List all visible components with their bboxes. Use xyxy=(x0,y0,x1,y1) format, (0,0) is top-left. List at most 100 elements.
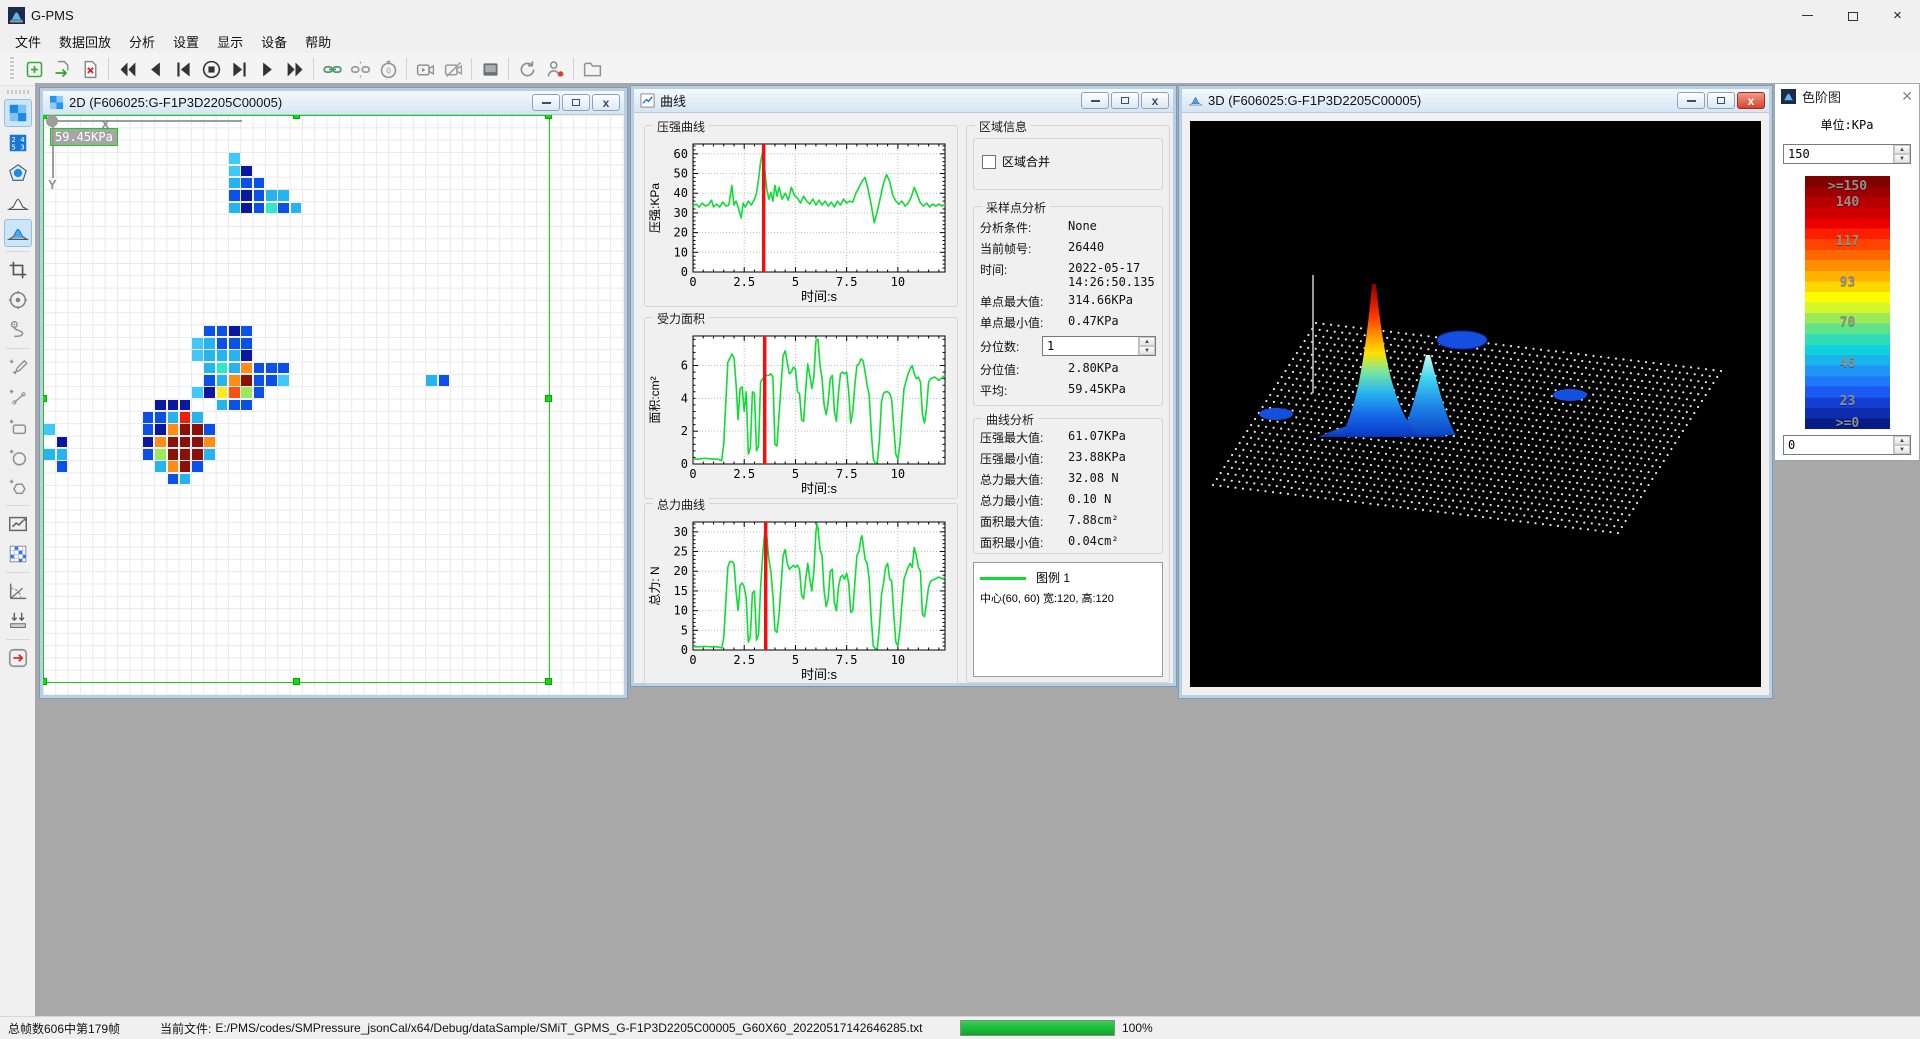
curves-minimize-button[interactable] xyxy=(1081,92,1109,109)
color-scale-min-spinner[interactable]: 0 ▲▼ xyxy=(1783,435,1911,455)
progress-percent: 100% xyxy=(1122,1021,1153,1035)
menu-item-4[interactable]: 显示 xyxy=(208,29,252,54)
selection-handle[interactable] xyxy=(545,115,552,119)
selection-handle[interactable] xyxy=(545,395,552,402)
go-start-button[interactable] xyxy=(169,55,197,83)
quantile-spinner[interactable]: 1 ▲▼ xyxy=(1042,336,1156,356)
toolbar-grip[interactable] xyxy=(10,57,14,81)
heatmap-cell xyxy=(44,424,55,435)
angle-tool-button[interactable] xyxy=(4,577,32,605)
heatmap-cell xyxy=(426,375,437,386)
window-minimize-button[interactable] xyxy=(1785,0,1830,30)
play-button[interactable] xyxy=(253,55,281,83)
target-tool-button[interactable] xyxy=(4,286,32,314)
window-maximize-button[interactable] xyxy=(1830,0,1875,30)
window-2d-title: 2D (F606025:G-F1P3D2205C00005) xyxy=(69,95,282,110)
draw-line-tool-button[interactable] xyxy=(4,383,32,411)
menu-item-0[interactable]: 文件 xyxy=(6,29,50,54)
selection-handle[interactable] xyxy=(293,115,300,119)
min-down-button[interactable]: ▼ xyxy=(1894,445,1910,454)
window-curves: 曲线 x 压强曲线 010203040506002.557.510时间:s压强:… xyxy=(631,86,1176,686)
timer-button[interactable]: 0 xyxy=(374,55,402,83)
exit-tool-button[interactable] xyxy=(4,644,32,672)
menu-item-6[interactable]: 帮助 xyxy=(296,29,340,54)
draw-rect-tool-button[interactable] xyxy=(4,413,32,441)
view-region-tool-button[interactable] xyxy=(4,159,32,187)
selection-handle[interactable] xyxy=(43,678,47,685)
gradient-label: 140 xyxy=(1805,195,1890,210)
3d-restore-button[interactable] xyxy=(1707,92,1735,109)
max-up-button[interactable]: ▲ xyxy=(1894,145,1910,154)
delete-file-button[interactable] xyxy=(76,55,104,83)
new-button[interactable] xyxy=(20,55,48,83)
stop-button[interactable] xyxy=(197,55,225,83)
main-peak xyxy=(1341,284,1419,435)
route-tool-button[interactable] xyxy=(4,316,32,344)
go-end-button[interactable] xyxy=(225,55,253,83)
2d-minimize-button[interactable] xyxy=(532,94,560,111)
press-tool-button[interactable] xyxy=(4,607,32,635)
view-2d-tool-button[interactable] xyxy=(4,99,32,127)
selection-handle[interactable] xyxy=(43,395,47,402)
no-video-button[interactable] xyxy=(439,55,467,83)
3d-minimize-button[interactable] xyxy=(1677,92,1705,109)
export-file-button[interactable] xyxy=(48,55,76,83)
color-scale-close-icon[interactable]: ✕ xyxy=(1901,88,1913,105)
view-3d-tool-button[interactable] xyxy=(4,219,32,247)
heatmap-cell xyxy=(168,474,179,485)
menu-item-5[interactable]: 设备 xyxy=(252,29,296,54)
draw-circle-tool-button[interactable] xyxy=(4,443,32,471)
quantile-down-button[interactable]: ▼ xyxy=(1139,346,1155,355)
link-button[interactable] xyxy=(318,55,346,83)
window-close-button[interactable]: × xyxy=(1875,0,1920,30)
2d-close-button[interactable]: x xyxy=(592,94,620,111)
window-curves-titlebar[interactable]: 曲线 x xyxy=(634,89,1173,113)
app-window: G-PMS × 文件数据回放分析设置显示设备帮助 0 2 45 3 2D (F6… xyxy=(0,0,1920,1039)
menu-item-2[interactable]: 分析 xyxy=(120,29,164,54)
view-numbers-tool-button[interactable]: 2 45 3 xyxy=(4,129,32,157)
view-3d-wire-tool-button[interactable] xyxy=(4,189,32,217)
quantile-up-button[interactable]: ▲ xyxy=(1139,337,1155,346)
draw-pencil-tool-button[interactable] xyxy=(4,353,32,381)
refresh-button[interactable] xyxy=(513,55,541,83)
selection-handle[interactable] xyxy=(545,678,552,685)
min-up-button[interactable]: ▲ xyxy=(1894,436,1910,445)
svg-text:30: 30 xyxy=(674,206,688,220)
2d-restore-button[interactable] xyxy=(562,94,590,111)
chart-tool-button[interactable] xyxy=(4,510,32,538)
selection-handle[interactable] xyxy=(293,678,300,685)
menu-item-1[interactable]: 数据回放 xyxy=(50,29,120,54)
max-down-button[interactable]: ▼ xyxy=(1894,154,1910,163)
heatmap-cell xyxy=(192,412,203,423)
curves-restore-button[interactable] xyxy=(1111,92,1139,109)
heatmap-canvas[interactable]: X Y 59.45KPa xyxy=(43,115,624,695)
titlebar[interactable]: G-PMS × xyxy=(0,0,1920,30)
folder-button[interactable] xyxy=(578,55,606,83)
window-3d-titlebar[interactable]: 3D (F606025:G-F1P3D2205C00005) x xyxy=(1182,89,1769,113)
color-scale-title: 色阶图 xyxy=(1802,87,1841,106)
draw-hexagon-tool-button[interactable] xyxy=(4,473,32,501)
fast-forward-button[interactable] xyxy=(281,55,309,83)
record-user-button[interactable] xyxy=(541,55,569,83)
color-scale-max-spinner[interactable]: 150 ▲▼ xyxy=(1783,144,1911,164)
unlink-button[interactable] xyxy=(346,55,374,83)
3d-close-button[interactable]: x xyxy=(1737,92,1765,109)
side-toolbar-grip[interactable] xyxy=(7,90,29,94)
record-video-button[interactable] xyxy=(411,55,439,83)
grid-data-tool-button[interactable] xyxy=(4,540,32,568)
menu-item-3[interactable]: 设置 xyxy=(164,29,208,54)
axis-origin-handle[interactable] xyxy=(46,115,58,127)
gradient-label: >=0 xyxy=(1805,416,1890,431)
curves-close-button[interactable]: x xyxy=(1141,92,1169,109)
step-back-button[interactable] xyxy=(141,55,169,83)
scene-3d-canvas[interactable] xyxy=(1190,121,1761,687)
color-scale-titlebar[interactable]: 色阶图 ✕ xyxy=(1775,84,1919,108)
svg-text:面积:cm²: 面积:cm² xyxy=(648,376,662,423)
side-separator xyxy=(6,348,30,349)
window-2d-titlebar[interactable]: 2D (F606025:G-F1P3D2205C00005) x xyxy=(43,91,624,115)
crop-tool-button[interactable] xyxy=(4,256,32,284)
skip-back-button[interactable] xyxy=(113,55,141,83)
region-merge-checkbox[interactable] xyxy=(982,155,996,169)
selection-rect[interactable] xyxy=(43,115,550,683)
display-button[interactable] xyxy=(476,55,504,83)
